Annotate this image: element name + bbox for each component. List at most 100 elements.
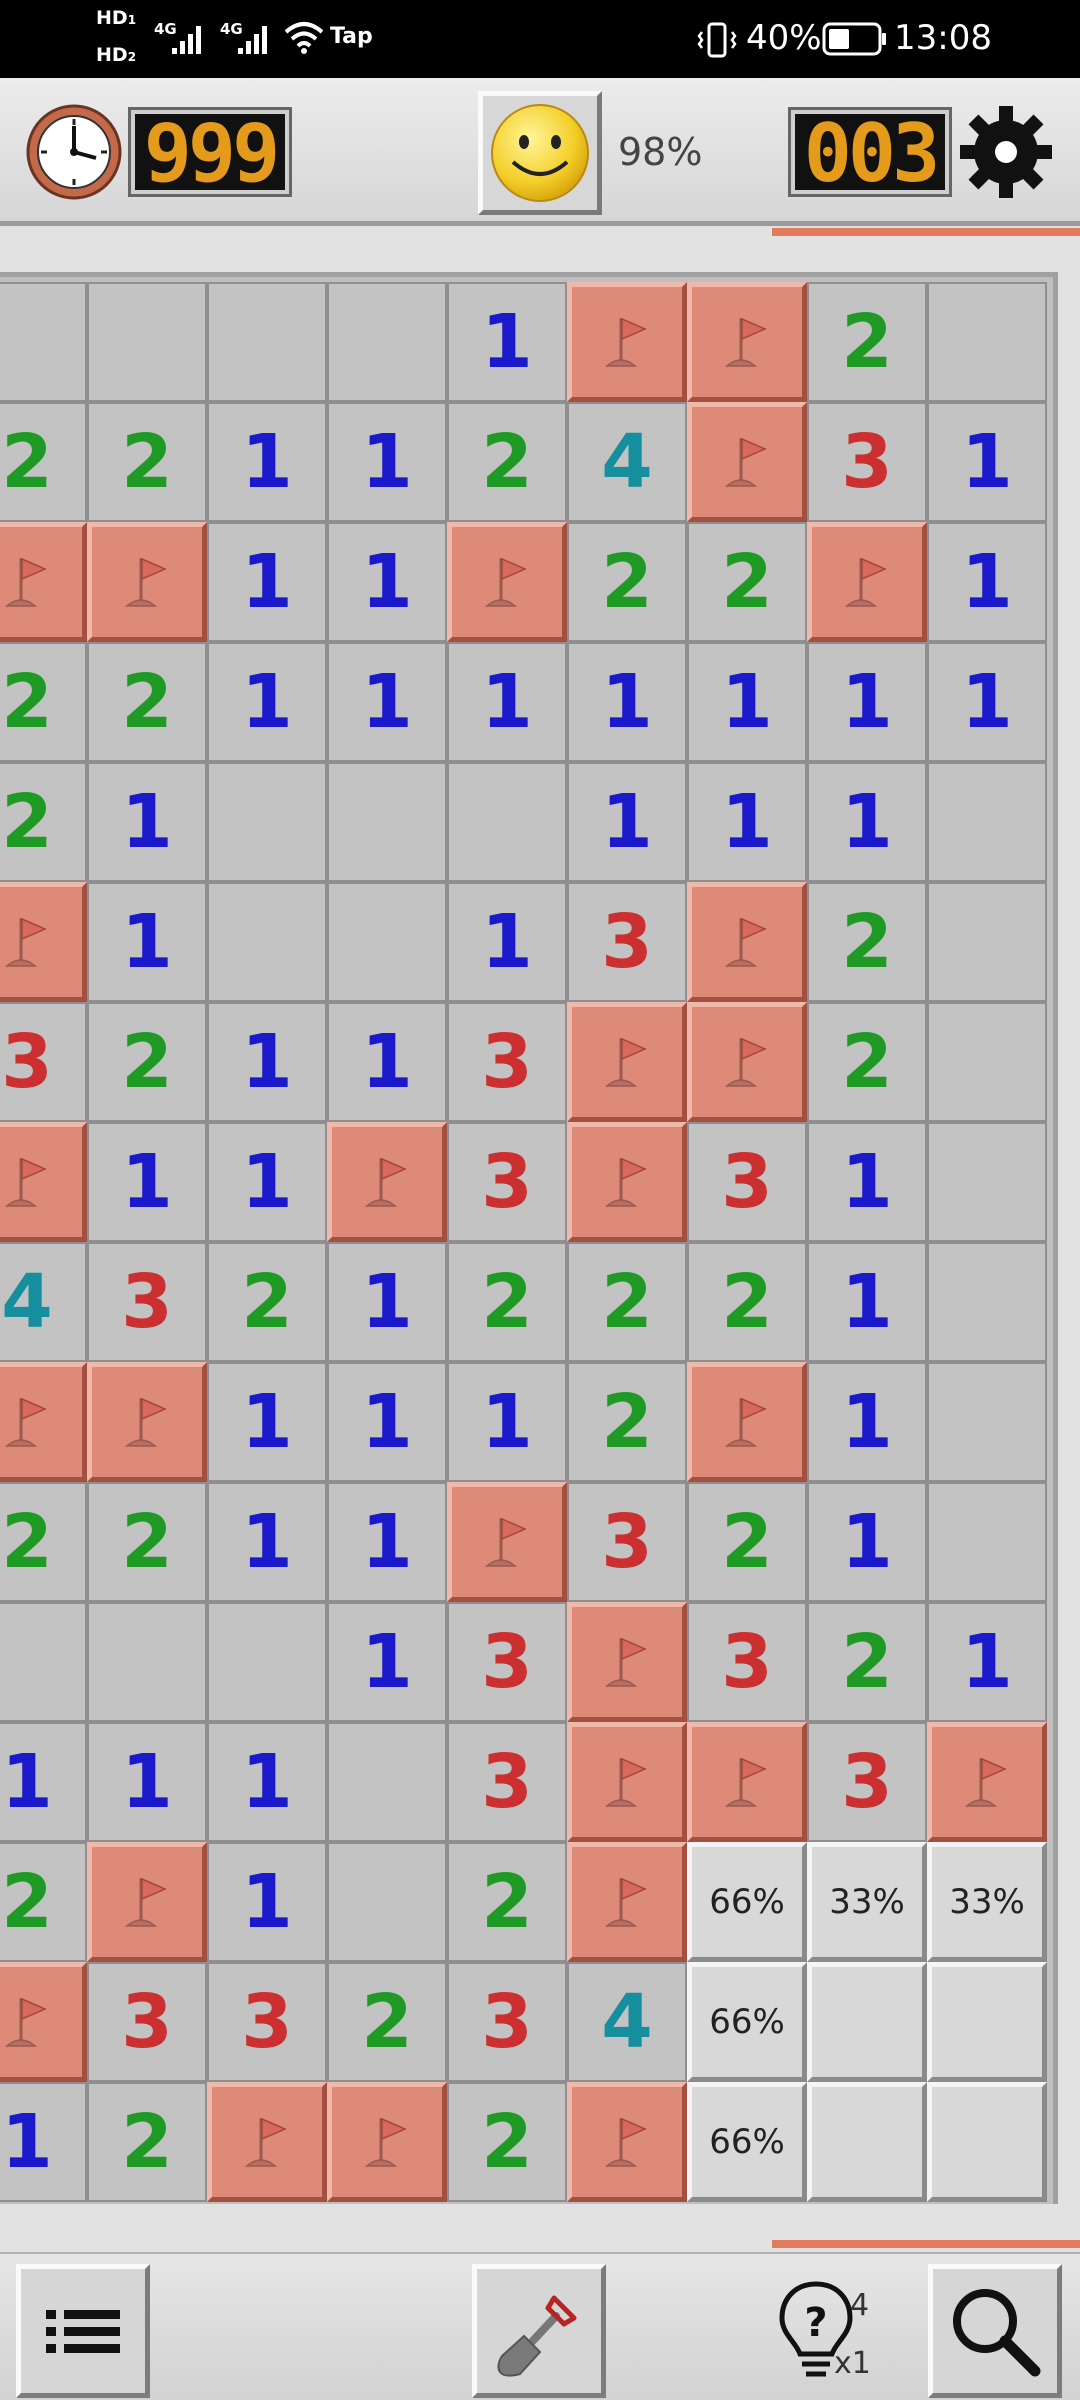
unrevealed-cell[interactable] — [807, 1962, 927, 2082]
revealed-number-cell[interactable]: 2 — [447, 1242, 567, 1362]
revealed-number-cell[interactable]: 1 — [0, 1722, 87, 1842]
revealed-number-cell[interactable]: 4 — [0, 1242, 87, 1362]
revealed-number-cell[interactable]: 3 — [447, 1602, 567, 1722]
flagged-cell[interactable] — [207, 2082, 327, 2202]
revealed-number-cell[interactable]: 1 — [207, 1122, 327, 1242]
revealed-number-cell[interactable]: 1 — [327, 522, 447, 642]
revealed-number-cell[interactable]: 2 — [0, 1482, 87, 1602]
unrevealed-cell[interactable]: 66% — [687, 2082, 807, 2202]
revealed-number-cell[interactable]: 3 — [447, 1002, 567, 1122]
revealed-number-cell[interactable]: 1 — [807, 1362, 927, 1482]
revealed-number-cell[interactable]: 1 — [927, 1602, 1047, 1722]
revealed-number-cell[interactable]: 1 — [447, 642, 567, 762]
flagged-cell[interactable] — [687, 282, 807, 402]
flagged-cell[interactable] — [567, 1002, 687, 1122]
revealed-number-cell[interactable]: 1 — [447, 282, 567, 402]
revealed-empty-cell[interactable] — [87, 1602, 207, 1722]
revealed-number-cell[interactable]: 3 — [567, 1482, 687, 1602]
revealed-number-cell[interactable]: 1 — [807, 1122, 927, 1242]
flagged-cell[interactable] — [687, 1002, 807, 1122]
flagged-cell[interactable] — [687, 1362, 807, 1482]
revealed-number-cell[interactable]: 1 — [807, 1482, 927, 1602]
revealed-number-cell[interactable]: 2 — [807, 1002, 927, 1122]
flagged-cell[interactable] — [567, 1722, 687, 1842]
revealed-number-cell[interactable]: 1 — [207, 1842, 327, 1962]
revealed-number-cell[interactable]: 2 — [567, 522, 687, 642]
revealed-empty-cell[interactable] — [927, 762, 1047, 882]
revealed-number-cell[interactable]: 2 — [447, 402, 567, 522]
revealed-empty-cell[interactable] — [207, 282, 327, 402]
revealed-empty-cell[interactable] — [927, 882, 1047, 1002]
revealed-empty-cell[interactable] — [87, 282, 207, 402]
revealed-number-cell[interactable]: 2 — [207, 1242, 327, 1362]
revealed-number-cell[interactable]: 1 — [87, 762, 207, 882]
revealed-empty-cell[interactable] — [207, 882, 327, 1002]
unrevealed-cell[interactable] — [927, 2082, 1047, 2202]
revealed-number-cell[interactable]: 1 — [207, 1362, 327, 1482]
revealed-empty-cell[interactable] — [207, 1602, 327, 1722]
revealed-number-cell[interactable]: 2 — [87, 402, 207, 522]
revealed-empty-cell[interactable] — [447, 762, 567, 882]
flagged-cell[interactable] — [687, 402, 807, 522]
revealed-number-cell[interactable]: 3 — [687, 1122, 807, 1242]
flagged-cell[interactable] — [0, 522, 87, 642]
flagged-cell[interactable] — [567, 2082, 687, 2202]
revealed-number-cell[interactable]: 2 — [567, 1242, 687, 1362]
revealed-number-cell[interactable]: 3 — [447, 1962, 567, 2082]
revealed-number-cell[interactable]: 1 — [327, 1362, 447, 1482]
revealed-number-cell[interactable]: 2 — [87, 1482, 207, 1602]
revealed-number-cell[interactable]: 3 — [807, 1722, 927, 1842]
revealed-empty-cell[interactable] — [0, 1602, 87, 1722]
flagged-cell[interactable] — [327, 1122, 447, 1242]
revealed-empty-cell[interactable] — [927, 1362, 1047, 1482]
revealed-number-cell[interactable]: 1 — [927, 522, 1047, 642]
revealed-number-cell[interactable]: 1 — [687, 762, 807, 882]
restart-face-button[interactable] — [478, 91, 602, 215]
revealed-number-cell[interactable]: 1 — [927, 402, 1047, 522]
revealed-number-cell[interactable]: 1 — [927, 642, 1047, 762]
revealed-number-cell[interactable]: 3 — [447, 1722, 567, 1842]
revealed-number-cell[interactable]: 1 — [207, 522, 327, 642]
revealed-number-cell[interactable]: 1 — [327, 1482, 447, 1602]
flagged-cell[interactable] — [927, 1722, 1047, 1842]
revealed-empty-cell[interactable] — [327, 882, 447, 1002]
revealed-number-cell[interactable]: 2 — [0, 1842, 87, 1962]
revealed-number-cell[interactable]: 1 — [327, 402, 447, 522]
flagged-cell[interactable] — [567, 1602, 687, 1722]
revealed-empty-cell[interactable] — [927, 282, 1047, 402]
flagged-cell[interactable] — [687, 882, 807, 1002]
revealed-number-cell[interactable]: 2 — [807, 282, 927, 402]
dig-mode-button[interactable] — [472, 2264, 606, 2398]
revealed-number-cell[interactable]: 1 — [87, 1122, 207, 1242]
flagged-cell[interactable] — [447, 1482, 567, 1602]
revealed-number-cell[interactable]: 2 — [447, 1842, 567, 1962]
revealed-empty-cell[interactable] — [327, 1722, 447, 1842]
revealed-number-cell[interactable]: 2 — [687, 522, 807, 642]
unrevealed-cell[interactable]: 66% — [687, 1842, 807, 1962]
revealed-number-cell[interactable]: 1 — [807, 762, 927, 882]
revealed-number-cell[interactable]: 2 — [0, 642, 87, 762]
zoom-button[interactable] — [928, 2264, 1062, 2398]
revealed-empty-cell[interactable] — [927, 1002, 1047, 1122]
revealed-number-cell[interactable]: 3 — [567, 882, 687, 1002]
unrevealed-cell[interactable]: 33% — [807, 1842, 927, 1962]
revealed-empty-cell[interactable] — [327, 282, 447, 402]
menu-button[interactable] — [16, 2264, 150, 2398]
revealed-number-cell[interactable]: 1 — [207, 1482, 327, 1602]
revealed-number-cell[interactable]: 2 — [567, 1362, 687, 1482]
flagged-cell[interactable] — [567, 1122, 687, 1242]
flagged-cell[interactable] — [0, 882, 87, 1002]
revealed-number-cell[interactable]: 2 — [687, 1482, 807, 1602]
revealed-number-cell[interactable]: 1 — [687, 642, 807, 762]
revealed-number-cell[interactable]: 1 — [327, 1242, 447, 1362]
revealed-number-cell[interactable]: 3 — [447, 1122, 567, 1242]
revealed-number-cell[interactable]: 1 — [207, 1722, 327, 1842]
revealed-number-cell[interactable]: 1 — [207, 1002, 327, 1122]
revealed-number-cell[interactable]: 3 — [207, 1962, 327, 2082]
flagged-cell[interactable] — [567, 282, 687, 402]
revealed-empty-cell[interactable] — [327, 762, 447, 882]
revealed-number-cell[interactable]: 1 — [87, 1722, 207, 1842]
revealed-number-cell[interactable]: 3 — [0, 1002, 87, 1122]
flagged-cell[interactable] — [687, 1722, 807, 1842]
unrevealed-cell[interactable] — [807, 2082, 927, 2202]
